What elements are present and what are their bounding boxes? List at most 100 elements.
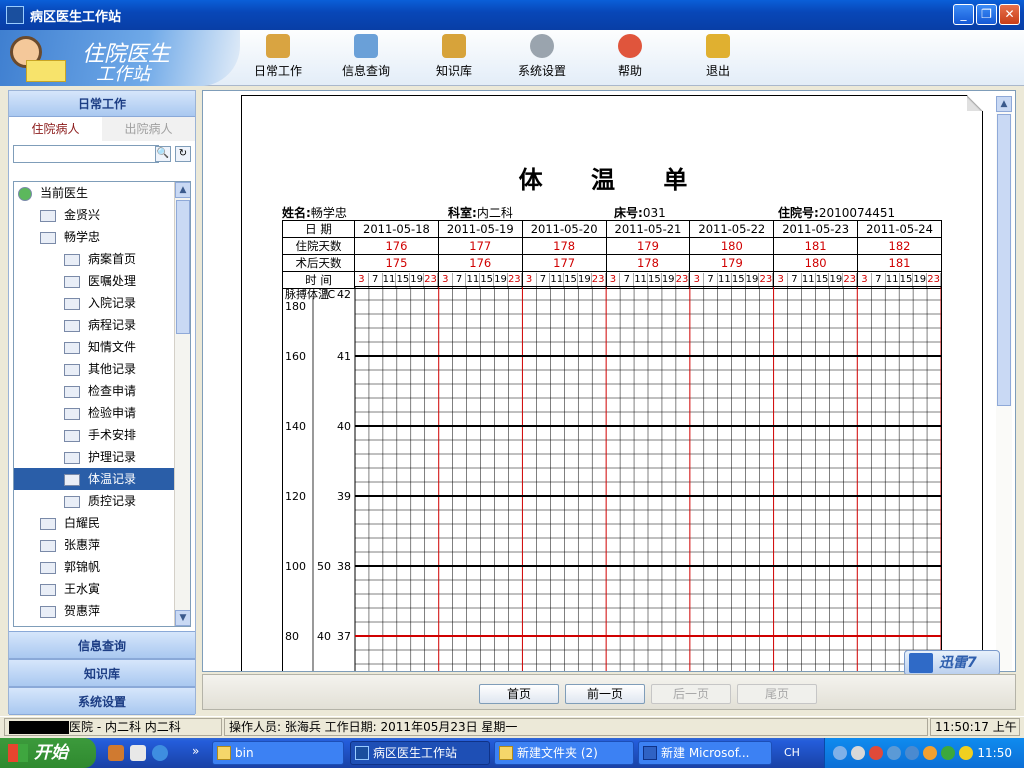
tree-node[interactable]: 入院记录 — [14, 292, 176, 314]
tree-node[interactable]: 质控记录 — [14, 490, 176, 512]
language-indicator[interactable]: CH — [784, 746, 800, 759]
search-row: 🔍 ↻ — [9, 141, 195, 167]
date-cell: 2011-05-21 — [605, 220, 691, 238]
task-ward-doctor[interactable]: 病区医生工作站 — [350, 741, 490, 765]
toolbar-knowledge[interactable]: 知识库 — [436, 34, 472, 79]
section-daily-work[interactable]: 日常工作 — [9, 91, 195, 117]
chevron-icon[interactable]: » — [192, 744, 199, 758]
patient-card-icon — [40, 561, 56, 574]
start-button[interactable]: 开始 — [0, 738, 96, 768]
tray-shield-icon[interactable] — [941, 746, 955, 760]
tree-node[interactable]: 其他记录 — [14, 358, 176, 380]
section-settings[interactable]: 系统设置 — [9, 687, 195, 715]
post-op-day-cell: 176 — [437, 254, 523, 272]
scroll-down-icon[interactable]: ▼ — [175, 610, 190, 626]
temp-unit-label: ℃ — [323, 288, 335, 301]
tree-scrollbar[interactable]: ▲ ▼ — [174, 182, 190, 626]
tray-volume-icon[interactable] — [851, 746, 865, 760]
tray-app-icon[interactable] — [887, 746, 901, 760]
tree-node-label: 病程记录 — [88, 318, 137, 332]
tree-node[interactable]: 张惠萍 — [14, 534, 176, 556]
toolbar-daily-work[interactable]: 日常工作 — [254, 34, 302, 79]
tree-node[interactable]: 检验申请 — [14, 402, 176, 424]
date-cell: 2011-05-24 — [857, 220, 942, 238]
post-op-day-cell: 178 — [605, 254, 691, 272]
patient-name-field: 姓名:畅学忠 — [282, 204, 347, 221]
quicklaunch-desktop-icon[interactable] — [130, 745, 146, 761]
tray-app-icon[interactable] — [905, 746, 919, 760]
scroll-thumb[interactable] — [176, 200, 190, 334]
tree-node-label: 检验申请 — [88, 406, 137, 420]
section-knowledge[interactable]: 知识库 — [9, 659, 195, 687]
search-icon[interactable]: 🔍 — [155, 146, 171, 162]
toolbar-exit[interactable]: 退出 — [706, 34, 730, 79]
toolbar-settings[interactable]: 系统设置 — [518, 34, 566, 79]
patient-search-input[interactable] — [13, 145, 159, 163]
refresh-icon[interactable]: ↻ — [175, 146, 191, 162]
date-cell: 2011-05-22 — [689, 220, 775, 238]
tree-node[interactable]: 体温记录 — [14, 468, 176, 490]
close-button[interactable]: ✕ — [999, 4, 1020, 25]
patient-card-icon — [40, 605, 56, 618]
tab-discharged[interactable]: 出院病人 — [102, 117, 195, 141]
tree-node-label: 手术安排 — [88, 428, 137, 442]
next-page-button[interactable]: 后一页 — [651, 684, 731, 704]
header-table: 日 期 2011-05-18 2011-05-19 2011-05-20 201… — [282, 220, 942, 289]
tree-node[interactable]: 护理记录 — [14, 446, 176, 468]
temp-tick: 42 — [337, 288, 351, 301]
tree-node[interactable]: 检查申请 — [14, 380, 176, 402]
tree-node[interactable]: 金贤兴 — [14, 204, 176, 226]
quicklaunch-app-icon[interactable] — [108, 745, 124, 761]
task-word-doc[interactable]: 新建 Microsof... — [638, 741, 772, 765]
toolbar-help[interactable]: 帮助 — [618, 34, 642, 79]
tree-node[interactable]: 医嘱处理 — [14, 270, 176, 292]
status-time: 11:50:17 上午 — [930, 718, 1020, 736]
viewer-scroll-thumb[interactable] — [997, 114, 1011, 406]
tree-node-label: 检查申请 — [88, 384, 137, 398]
hosp-day-cell: 176 — [354, 237, 439, 255]
tray-network-icon[interactable] — [833, 746, 847, 760]
tree-node[interactable]: 白耀民 — [14, 512, 176, 534]
tray-app-icon[interactable] — [959, 746, 973, 760]
scroll-up-icon[interactable]: ▲ — [175, 182, 190, 198]
tree-node[interactable]: 病程记录 — [14, 314, 176, 336]
minimize-button[interactable]: _ — [953, 4, 974, 25]
dept-value: 内二科 — [476, 206, 513, 220]
tray-antivirus-icon[interactable] — [869, 746, 883, 760]
tab-inpatients[interactable]: 住院病人 — [9, 117, 102, 141]
task-bin[interactable]: bin — [212, 741, 344, 765]
bottom-sections: 信息查询 知识库 系统设置 — [9, 631, 195, 715]
post-op-days-row: 术后天数 175 176 177 178 179 180 181 — [282, 254, 942, 272]
hosp-day-cell: 179 — [605, 237, 691, 255]
tree-node-label: 其他记录 — [88, 362, 137, 376]
tree-node[interactable]: 手术安排 — [14, 424, 176, 446]
tree-node[interactable]: 王水寅 — [14, 578, 176, 600]
prev-page-button[interactable]: 前一页 — [565, 684, 645, 704]
tree-node-label: 张惠萍 — [64, 538, 101, 552]
toolbar-label: 知识库 — [436, 64, 473, 78]
xunlei-floating-widget[interactable]: 迅雷7 — [904, 650, 1000, 676]
tree-node[interactable]: 畅学忠 — [14, 226, 176, 248]
tree-node[interactable]: 知情文件 — [14, 336, 176, 358]
first-page-button[interactable]: 首页 — [479, 684, 559, 704]
tree-node[interactable]: 郭锦帆 — [14, 556, 176, 578]
tree-node[interactable]: 病案首页 — [14, 248, 176, 270]
toolbar-info-query[interactable]: 信息查询 — [342, 34, 390, 79]
hosp-days-label: 住院天数 — [282, 237, 355, 255]
admission-icon — [64, 297, 80, 310]
tree-node[interactable]: 贺惠萍 — [14, 600, 176, 622]
viewer-scroll-up-icon[interactable]: ▲ — [996, 96, 1012, 112]
ie-icon[interactable] — [152, 745, 168, 761]
exam-icon — [64, 385, 80, 398]
maximize-button[interactable]: ❐ — [976, 4, 997, 25]
last-page-button[interactable]: 尾页 — [737, 684, 817, 704]
hosp-days-row: 住院天数 176 177 178 179 180 181 182 — [282, 237, 942, 255]
status-hospital: 医院 - 内二科 内二科 — [4, 718, 222, 736]
viewer-scrollbar[interactable]: ▲ — [996, 96, 1012, 670]
section-info-query[interactable]: 信息查询 — [9, 631, 195, 659]
tree-node[interactable]: 当前医生 — [14, 182, 176, 204]
date-row: 日 期 2011-05-18 2011-05-19 2011-05-20 201… — [282, 220, 942, 238]
task-new-folder[interactable]: 新建文件夹 (2) — [494, 741, 634, 765]
tray-app-icon[interactable] — [923, 746, 937, 760]
post-op-day-cell: 177 — [521, 254, 607, 272]
